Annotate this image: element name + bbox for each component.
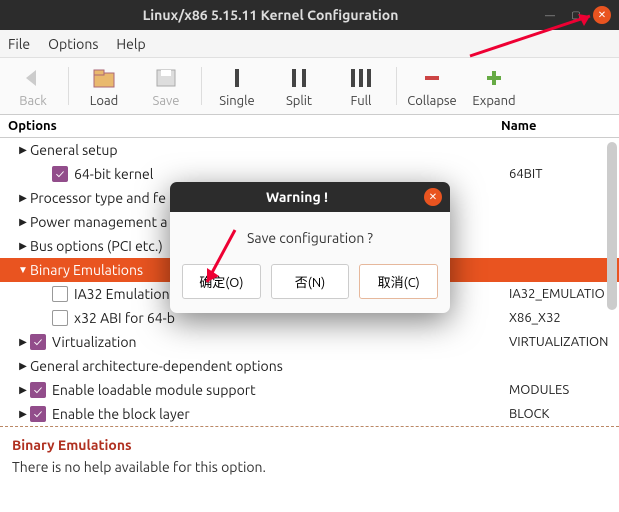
tree-row[interactable]: ▶General setup — [0, 138, 619, 162]
help-title: Binary Emulations — [12, 437, 607, 453]
expand-arrow-icon[interactable]: ▶ — [16, 192, 30, 204]
col-name[interactable]: Name — [501, 119, 611, 133]
tree-name: VIRTUALIZATION — [509, 335, 619, 349]
tree-name: 64BIT — [509, 167, 619, 181]
toolbar: Back Load Save Single Split Full Collaps… — [0, 58, 619, 115]
checkbox[interactable]: ✓ — [30, 406, 46, 422]
single-icon — [227, 64, 247, 92]
back-icon — [22, 64, 44, 92]
expand-arrow-icon[interactable]: ▶ — [16, 216, 30, 228]
scrollbar[interactable] — [607, 142, 617, 422]
tree-label: Enable loadable module support — [52, 382, 509, 398]
full-button[interactable]: Full — [330, 64, 392, 108]
tree-name: X86_X32 — [509, 311, 619, 325]
tree-name: IA32_EMULATIO — [509, 287, 619, 301]
column-headers: Options Name — [0, 115, 619, 138]
load-button[interactable]: Load — [73, 64, 135, 108]
expand-arrow-icon[interactable]: ▶ — [16, 360, 30, 372]
tree-row[interactable]: ▶✓ Enable the block layerBLOCK — [0, 402, 619, 426]
maximize-icon[interactable]: ▢ — [567, 6, 585, 24]
collapse-icon — [421, 64, 443, 92]
back-button[interactable]: Back — [2, 64, 64, 108]
tree-label: General setup — [30, 142, 509, 158]
expand-arrow-icon[interactable]: ▶ — [16, 408, 30, 420]
tree-row[interactable]: ▶General architecture-dependent options — [0, 354, 619, 378]
load-icon — [92, 64, 116, 92]
tree-label: Enable the block layer — [52, 406, 509, 422]
checkbox[interactable]: ✓ — [52, 166, 68, 182]
dialog-titlebar[interactable]: Warning ! ✕ — [170, 182, 450, 212]
close-icon[interactable]: ✕ — [593, 6, 611, 24]
split-button[interactable]: Split — [268, 64, 330, 108]
checkbox[interactable] — [52, 286, 68, 302]
menu-options[interactable]: Options — [48, 36, 98, 52]
menu-help[interactable]: Help — [116, 36, 145, 52]
tree-name: MODULES — [509, 383, 619, 397]
window-title: Linux/x86 5.15.11 Kernel Configuration — [8, 7, 533, 23]
tree-label: 64-bit kernel — [74, 166, 509, 182]
split-icon — [288, 64, 310, 92]
expand-arrow-icon[interactable]: ▶ — [16, 336, 30, 348]
tree-row[interactable]: ▶✓ Enable loadable module supportMODULES — [0, 378, 619, 402]
col-options[interactable]: Options — [8, 119, 501, 133]
save-icon — [154, 64, 178, 92]
dialog-ok-button[interactable]: 确定(O) — [182, 264, 261, 299]
menu-file[interactable]: File — [8, 36, 30, 52]
checkbox[interactable] — [52, 310, 68, 326]
tree-name: BLOCK — [509, 407, 619, 421]
checkbox[interactable]: ✓ — [30, 334, 46, 350]
checkbox[interactable]: ✓ — [30, 382, 46, 398]
collapse-button[interactable]: Collapse — [401, 64, 463, 108]
minimize-icon[interactable]: — — [541, 6, 559, 24]
dialog-message: Save configuration ? — [170, 212, 450, 264]
help-body: There is no help available for this opti… — [12, 459, 607, 475]
tree-label: General architecture-dependent options — [30, 358, 509, 374]
menubar: File Options Help — [0, 30, 619, 58]
expand-arrow-icon[interactable]: ▶ — [16, 240, 30, 252]
help-panel: Binary Emulations There is no help avail… — [0, 426, 619, 512]
dialog-title: Warning ! — [170, 189, 424, 205]
expand-arrow-icon[interactable]: ▶ — [16, 384, 30, 396]
expand-arrow-icon[interactable]: ▶ — [16, 144, 30, 156]
expand-arrow-icon[interactable]: ▼ — [16, 264, 30, 276]
dialog-cancel-button[interactable]: 取消(C) — [359, 264, 438, 299]
tree-label: Virtualization — [52, 334, 509, 350]
save-button[interactable]: Save — [135, 64, 197, 108]
window-titlebar: Linux/x86 5.15.11 Kernel Configuration —… — [0, 0, 619, 30]
dialog-no-button[interactable]: 否(N) — [271, 264, 350, 299]
expand-icon — [483, 64, 505, 92]
warning-dialog: Warning ! ✕ Save configuration ? 确定(O) 否… — [170, 182, 450, 313]
expand-button[interactable]: Expand — [463, 64, 525, 108]
full-icon — [349, 64, 373, 92]
dialog-close-icon[interactable]: ✕ — [424, 188, 442, 206]
single-button[interactable]: Single — [206, 64, 268, 108]
tree-row[interactable]: ▶✓ VirtualizationVIRTUALIZATION — [0, 330, 619, 354]
